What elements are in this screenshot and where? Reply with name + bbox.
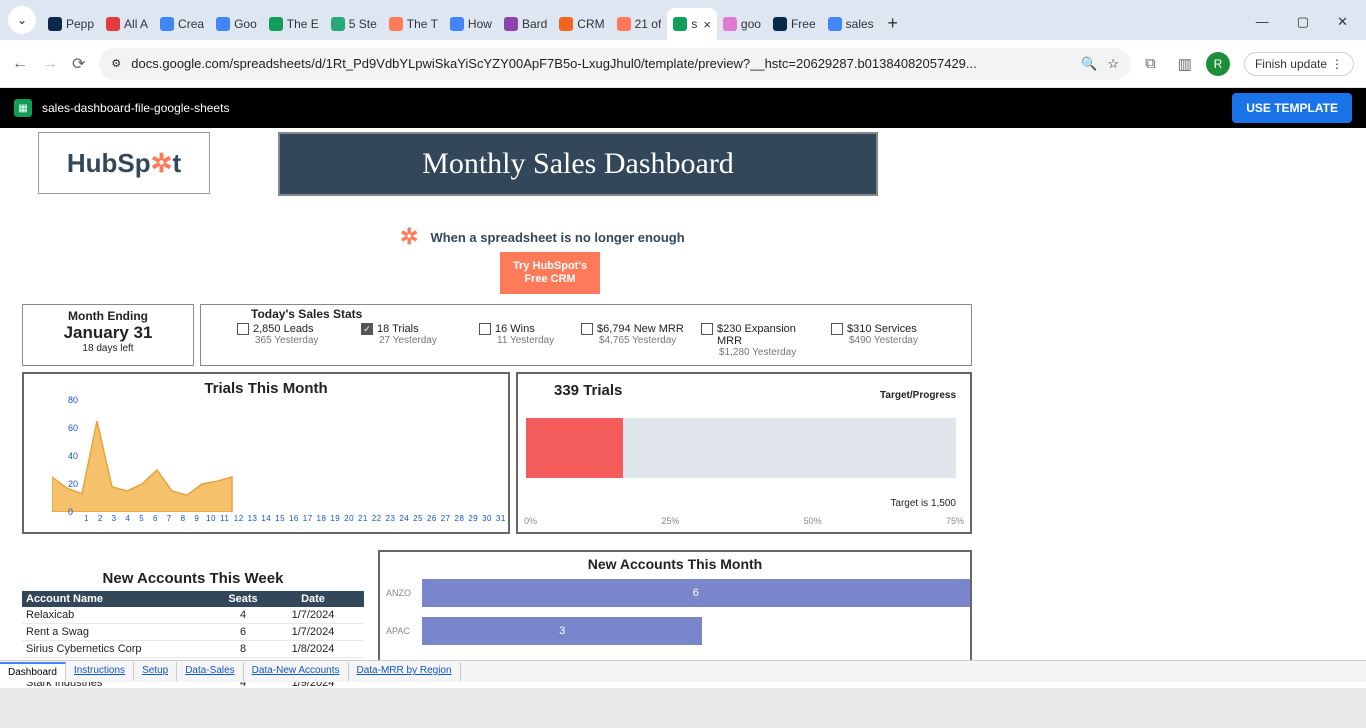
sprocket-icon: ✲ [400,224,418,250]
sheet-tabs: DashboardInstructionsSetupData-SalesData… [0,660,1366,682]
bar-row: APAC3 [386,614,970,648]
browser-tabstrip: ⌄ PeppAll ACreaGooThe E5 SteThe THowBard… [0,0,1366,40]
progress-title: 339 Trials [554,382,622,399]
site-info-icon[interactable]: ⚙ [111,57,121,70]
sidepanel-icon[interactable]: ▥ [1178,55,1192,73]
minimize-icon[interactable]: ― [1256,14,1269,30]
sheets-icon: ▦ [14,99,32,117]
table-row: Relaxicab41/7/2024 [22,607,364,624]
browser-tab[interactable]: CRM [553,8,610,40]
close-tab-icon[interactable]: × [703,17,711,32]
use-template-button[interactable]: USE TEMPLATE [1232,93,1352,123]
browser-tab[interactable]: The E [263,8,325,40]
spreadsheet-canvas[interactable]: HubSp✲t Monthly Sales Dashboard ✲ When a… [0,128,1366,688]
sheet-tab[interactable]: Dashboard [0,662,66,681]
url-text: docs.google.com/spreadsheets/d/1Rt_Pd9Vd… [131,56,1071,71]
month-ending-box: Month Ending January 31 18 days left [22,304,194,366]
checkbox-icon[interactable] [479,323,491,335]
x-axis-ticks: 1234567891011121314151617181920212223242… [82,514,505,523]
month-sub: 18 days left [23,343,193,354]
finish-update-button[interactable]: Finish update ⋮ [1244,52,1354,76]
trials-area-chart: Trials This Month 1234567891011121314151… [22,372,510,534]
accounts-title: New Accounts This Week [22,550,364,591]
bar-title: New Accounts This Month [380,556,970,572]
chart-title: Trials This Month [24,380,508,397]
browser-tab[interactable]: 21 of [611,8,668,40]
browser-tab[interactable]: goo [717,8,767,40]
target-label: Target is 1,500 [890,498,956,509]
address-bar[interactable]: ⚙ docs.google.com/spreadsheets/d/1Rt_Pd9… [99,48,1131,80]
month-value: January 31 [23,323,193,343]
table-row: Sirius Cybernetics Corp81/8/2024 [22,641,364,658]
close-icon[interactable]: ✕ [1337,14,1348,30]
bar-row: ANZO6 [386,576,970,610]
new-accounts-bar-chart: New Accounts This Month ANZO6 APAC3 [378,550,972,670]
sheet-tab[interactable]: Data-MRR by Region [349,662,461,681]
tagline-text: When a spreadsheet is no longer enough [430,230,684,245]
browser-tab[interactable]: s× [667,8,717,40]
month-label: Month Ending [23,309,193,323]
checkbox-icon[interactable] [237,323,249,335]
checkbox-icon[interactable]: ✓ [361,323,373,335]
dashboard-title: Monthly Sales Dashboard [278,132,878,196]
sheet-tab[interactable]: Data-New Accounts [244,662,349,681]
sheet-tab[interactable]: Instructions [66,662,134,681]
trials-progress-box: 339 Trials Target/Progress Target is 1,5… [516,372,972,534]
checkbox-icon[interactable] [831,323,843,335]
stat-item: $230 Expansion MRR$1,280 Yesterday [701,323,797,358]
document-title: sales-dashboard-file-google-sheets [42,101,229,115]
stat-item: $6,794 New MRR$4,765 Yesterday [581,323,684,346]
sheet-tab[interactable]: Data-Sales [177,662,243,681]
kebab-icon: ⋮ [1331,57,1343,71]
maximize-icon[interactable]: ▢ [1297,14,1309,30]
extensions-icon[interactable]: ⧉ [1145,55,1156,72]
area-plot [52,400,502,512]
stat-item: 2,850 Leads365 Yesterday [237,323,318,346]
progress-track [526,418,956,478]
hubspot-word: HubSp [67,148,151,179]
stats-header: Today's Sales Stats [251,307,362,321]
bookmark-icon[interactable]: ☆ [1107,56,1119,72]
progress-corner: Target/Progress [880,390,956,401]
profile-avatar[interactable]: R [1206,52,1230,76]
browser-tab[interactable]: The T [383,8,444,40]
checkbox-icon[interactable] [701,323,713,335]
browser-tab[interactable]: Bard [498,8,553,40]
checkbox-icon[interactable] [581,323,593,335]
pct-ticks: 0%25%50%75% [524,516,964,526]
browser-tab[interactable]: Free [767,8,822,40]
todays-stats-box: Today's Sales Stats 2,850 Leads365 Yeste… [200,304,972,366]
stat-item: ✓18 Trials27 Yesterday [361,323,437,346]
table-header: Account Name Seats Date [22,591,364,607]
browser-tab[interactable]: Crea [154,8,210,40]
browser-tab[interactable]: Pepp [42,8,100,40]
browser-tab[interactable]: Goo [210,8,263,40]
try-crm-button[interactable]: Try HubSpot's Free CRM [500,252,600,294]
browser-tab[interactable]: How [444,8,498,40]
browser-tab[interactable]: sales [822,8,880,40]
template-appbar: ▦ sales-dashboard-file-google-sheets USE… [0,88,1366,128]
browser-toolbar: ← → ⟳ ⚙ docs.google.com/spreadsheets/d/1… [0,40,1366,88]
reload-button[interactable]: ⟳ [72,54,85,74]
stat-item: 16 Wins11 Yesterday [479,323,554,346]
os-taskbar [0,688,1366,728]
browser-tab[interactable]: 5 Ste [325,8,383,40]
browser-tab[interactable]: All A [100,8,154,40]
back-button[interactable]: ← [12,55,28,73]
new-tab-button[interactable]: + [880,13,906,40]
tab-search-button[interactable]: ⌄ [8,6,36,34]
zoom-icon[interactable]: 🔍 [1081,56,1097,72]
window-controls: ― ▢ ✕ [1256,14,1366,40]
sprocket-icon: ✲ [151,148,173,179]
forward-button[interactable]: → [42,55,58,73]
hubspot-logo: HubSp✲t [38,132,210,194]
stat-item: $310 Services$490 Yesterday [831,323,918,346]
sheet-tab[interactable]: Setup [134,662,177,681]
progress-fill [526,418,623,478]
finish-update-label: Finish update [1255,57,1327,71]
tagline-row: ✲ When a spreadsheet is no longer enough [400,224,685,250]
table-row: Rent a Swag61/7/2024 [22,624,364,641]
